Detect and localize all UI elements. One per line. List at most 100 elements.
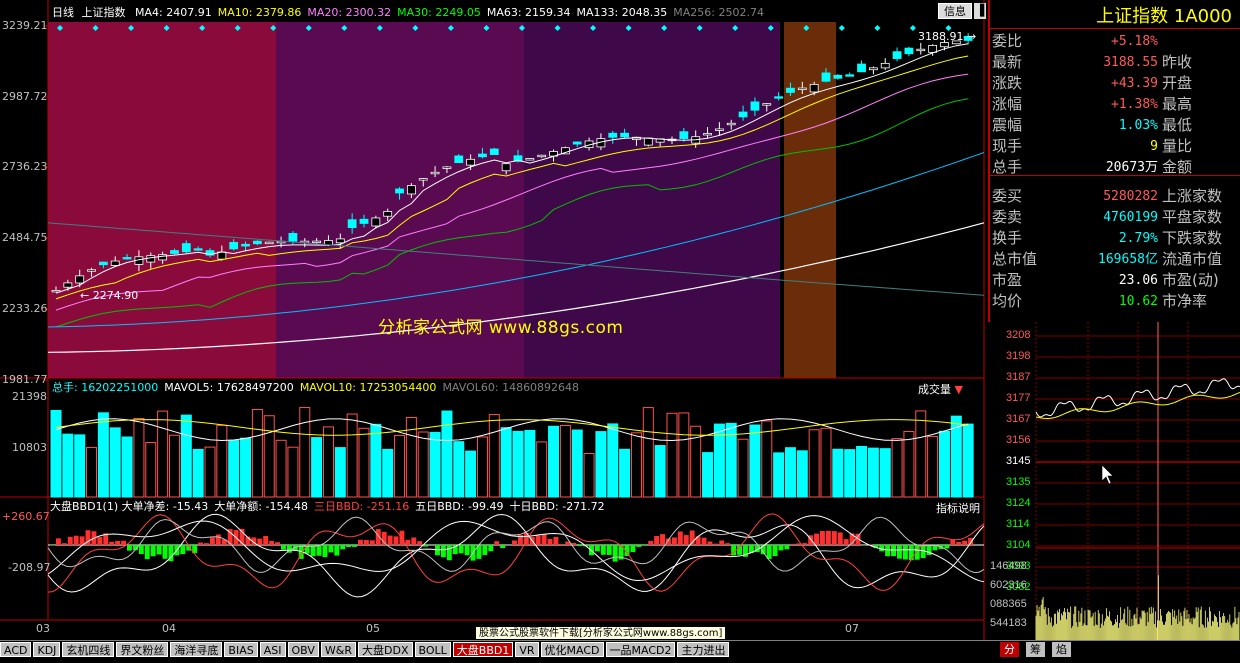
bbd-bar bbox=[156, 545, 162, 555]
volume-bar bbox=[370, 423, 382, 498]
signal-marker bbox=[909, 25, 916, 31]
candle-body bbox=[679, 131, 689, 139]
bbd-bar bbox=[488, 545, 494, 552]
volume-tag-label: 成交量 bbox=[918, 383, 951, 396]
quote-value: +43.39 bbox=[1111, 76, 1158, 91]
x-axis-label: 05 bbox=[366, 622, 380, 635]
quote-label: 总市值 bbox=[992, 250, 1038, 268]
candle-body bbox=[359, 218, 369, 224]
candle-body bbox=[75, 275, 85, 284]
mini-volume-label: 146498 bbox=[990, 560, 1027, 572]
indicator-tab[interactable]: VR bbox=[515, 642, 539, 657]
quote-row: 委比 +5.18% bbox=[992, 31, 1240, 52]
candle-body bbox=[158, 254, 168, 261]
candle-body bbox=[928, 44, 938, 53]
indicator-tab[interactable]: 玄机四线 bbox=[62, 642, 115, 657]
view-tab[interactable]: 焰 bbox=[1052, 642, 1071, 657]
candle-body bbox=[122, 257, 132, 260]
volume-bar bbox=[536, 441, 548, 498]
volume-bar bbox=[299, 407, 311, 498]
volume-bar bbox=[630, 432, 642, 498]
bbd-bar bbox=[843, 539, 849, 545]
indicator-tab[interactable]: 大盘DDX bbox=[358, 642, 413, 657]
bbd-bar bbox=[636, 545, 642, 547]
volume-tag[interactable]: 成交量 ▼ bbox=[918, 381, 963, 397]
volume-bar bbox=[595, 431, 607, 498]
volume-bar bbox=[548, 425, 560, 498]
low-annotation: ← 2274.90 bbox=[80, 289, 139, 302]
indicator-tab[interactable]: KDJ bbox=[33, 642, 61, 657]
quote-row: 市盈 23.06 市盈(动) bbox=[992, 270, 1240, 291]
indicator-tab[interactable]: ASI bbox=[259, 642, 286, 657]
indicator-tab[interactable]: W&R bbox=[320, 642, 357, 657]
volume-bar bbox=[192, 448, 204, 498]
candle-body bbox=[868, 67, 878, 71]
period-label[interactable]: 日线 bbox=[52, 6, 74, 19]
bbd-bar bbox=[257, 538, 263, 545]
bbd-bar bbox=[784, 545, 790, 550]
bbd-bar bbox=[316, 545, 322, 556]
close-button[interactable]: ▐ bbox=[974, 3, 986, 19]
volume-bar bbox=[358, 427, 370, 498]
indicator-tab[interactable]: 主力进出 bbox=[677, 642, 730, 657]
bbd-bar bbox=[162, 545, 168, 559]
indicator-tab[interactable]: 界文粉丝 bbox=[116, 642, 169, 657]
high-value: 3188.91 bbox=[918, 30, 964, 43]
indicator-tab[interactable]: OBV bbox=[287, 642, 319, 657]
indicator-help-button[interactable]: 指标说明 bbox=[936, 500, 980, 516]
info-button[interactable]: 信息 bbox=[938, 3, 972, 19]
quote-value: 9 bbox=[1150, 139, 1158, 154]
quote-value: 1.03% bbox=[1118, 118, 1158, 133]
mini-price-label: 3104 bbox=[1006, 539, 1031, 551]
ma-value: MA30: 2249.05 bbox=[397, 6, 481, 19]
candle-body bbox=[501, 163, 511, 172]
bbd-bar bbox=[606, 545, 612, 555]
volume-bar bbox=[903, 431, 915, 498]
candle-body bbox=[347, 219, 357, 229]
candle-body bbox=[620, 132, 630, 138]
quote-value: 4760199 bbox=[1103, 210, 1158, 225]
mini-price-label: 3208 bbox=[1006, 329, 1031, 341]
candle-body bbox=[312, 240, 322, 244]
bbd-bar bbox=[831, 531, 837, 545]
view-tab[interactable]: 分 bbox=[1000, 642, 1019, 657]
indicator-tab[interactable]: BIAS bbox=[224, 642, 258, 657]
price-axis-label: 2987.72 bbox=[2, 90, 48, 103]
bbd-bar bbox=[600, 545, 606, 555]
bbd-value: 大盘BBD1(1) 大单净差: -15.43 bbox=[50, 500, 209, 513]
bbd-value: 五日BBD: -99.49 bbox=[415, 500, 504, 513]
volume-bar bbox=[97, 412, 109, 498]
candle-body bbox=[98, 261, 108, 266]
volume-bar bbox=[654, 445, 666, 498]
mini-price-label: 3177 bbox=[1006, 392, 1031, 404]
indicator-tab[interactable]: ACD bbox=[0, 642, 32, 657]
high-annotation: 3188.91 → bbox=[918, 30, 977, 43]
bbd-bar bbox=[209, 537, 215, 545]
view-tab[interactable]: 筹 bbox=[1026, 642, 1045, 657]
candle-body bbox=[703, 133, 712, 136]
bbd-bar bbox=[825, 530, 831, 545]
candle-body bbox=[181, 243, 191, 253]
volume-bar bbox=[180, 414, 192, 498]
indicator-tab[interactable]: BOLL bbox=[414, 642, 451, 657]
volume-bar bbox=[441, 410, 453, 498]
volume-bar bbox=[678, 412, 690, 498]
bbd-bar bbox=[334, 545, 340, 556]
candle-body bbox=[418, 178, 428, 181]
indicator-tab[interactable]: 大盘BBD1 bbox=[452, 642, 514, 657]
mini-price-label: 3135 bbox=[1006, 476, 1031, 488]
bbd-bar bbox=[630, 545, 636, 553]
volume-bar bbox=[938, 430, 950, 498]
low-value: 2274.90 bbox=[92, 289, 139, 302]
download-banner[interactable]: 股票公式股票软件下载[分析家公式网www.88gs.com] bbox=[475, 626, 727, 640]
volume-axis-label: 10803 bbox=[12, 441, 47, 454]
bbd-line bbox=[47, 513, 985, 598]
indicator-tab[interactable]: 一品MACD2 bbox=[605, 642, 676, 657]
indicator-tab[interactable]: 海洋寻底 bbox=[170, 642, 223, 657]
candle-body bbox=[217, 251, 227, 260]
bbd-bar bbox=[719, 540, 725, 545]
indicator-tab[interactable]: 优化MACD bbox=[540, 642, 604, 657]
candle-body bbox=[241, 243, 250, 247]
bbd-bar bbox=[440, 545, 446, 558]
volume-bar bbox=[524, 429, 536, 498]
